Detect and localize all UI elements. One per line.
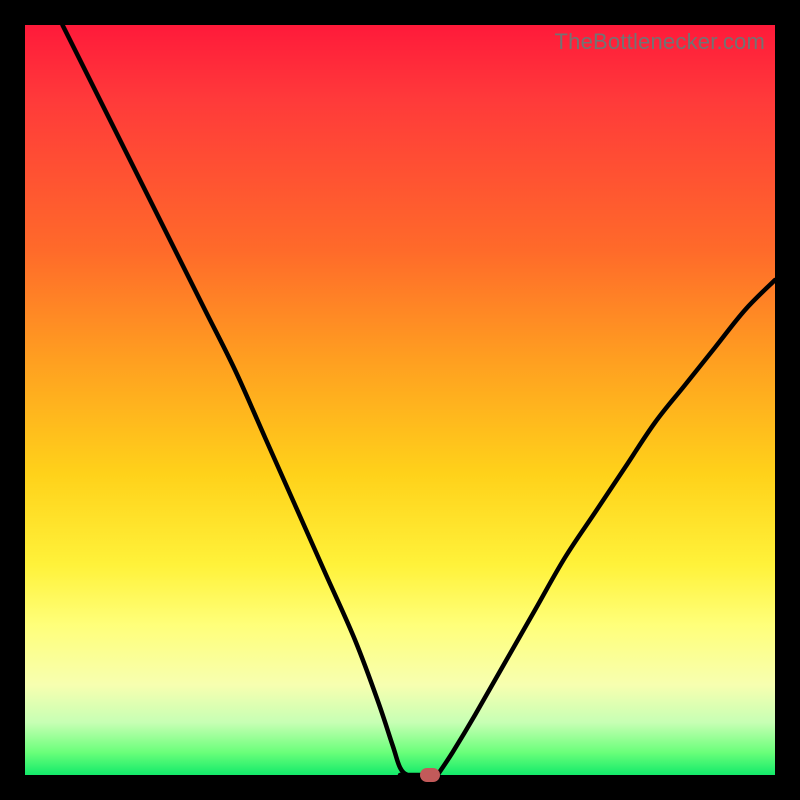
bottleneck-curve: [25, 25, 775, 775]
curve-path: [63, 25, 776, 776]
plot-area: TheBottlenecker.com: [25, 25, 775, 775]
optimum-marker: [420, 768, 440, 782]
chart-frame: TheBottlenecker.com: [0, 0, 800, 800]
